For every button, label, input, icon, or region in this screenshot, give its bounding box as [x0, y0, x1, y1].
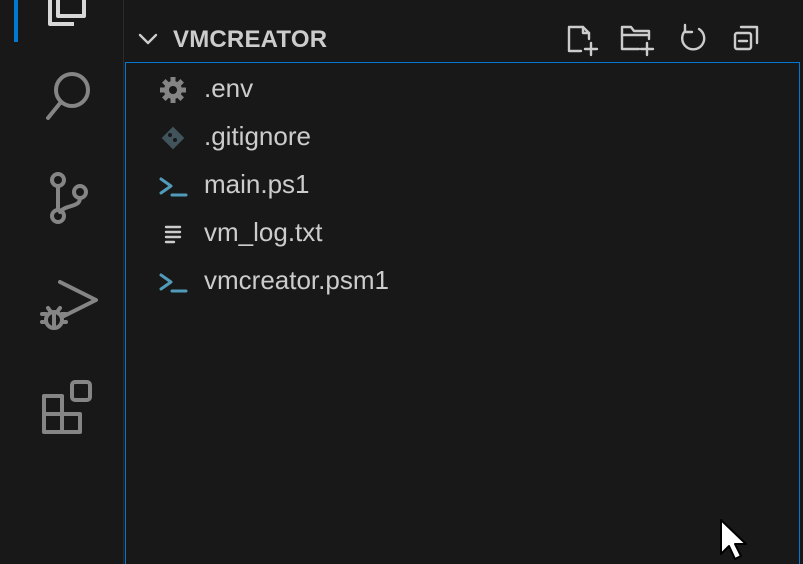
vscode-window: VMCREATOR .env .gitignore main.ps1 vm_lo…: [0, 0, 803, 564]
new-file-icon[interactable]: [563, 21, 599, 57]
run-and-debug-icon[interactable]: [36, 270, 100, 334]
active-indicator: [14, 0, 18, 42]
git-icon: [158, 123, 188, 153]
collapse-all-icon[interactable]: [729, 21, 765, 57]
source-control-icon[interactable]: [36, 166, 100, 230]
file-label: vm_log.txt: [204, 217, 323, 247]
mouse-pointer-icon: [720, 519, 747, 560]
extensions-icon[interactable]: [36, 374, 100, 438]
refresh-icon[interactable]: [675, 21, 711, 57]
new-folder-icon[interactable]: [619, 21, 655, 57]
file-row-vmcreator-psm1[interactable]: vmcreator.psm1: [126, 257, 799, 303]
file-row-gitignore[interactable]: .gitignore: [126, 113, 799, 159]
file-label: .gitignore: [204, 121, 311, 151]
section-title: VMCREATOR: [173, 26, 328, 53]
file-tree: .env .gitignore main.ps1 vm_log.txt vmcr…: [125, 62, 800, 564]
file-label: main.ps1: [204, 169, 310, 199]
file-row-env[interactable]: .env: [126, 65, 799, 111]
activity-bar: [0, 0, 124, 564]
gear-icon: [158, 75, 188, 105]
explorer-section-header[interactable]: VMCREATOR: [125, 14, 803, 62]
explorer-icon[interactable]: [36, 0, 100, 34]
search-icon[interactable]: [36, 64, 100, 128]
file-label: .env: [204, 73, 254, 103]
file-label: vmcreator.psm1: [204, 265, 389, 295]
powershell-icon: [158, 171, 188, 201]
text-file-icon: [158, 219, 188, 249]
chevron-down-icon[interactable]: [137, 28, 159, 50]
file-row-vm-log[interactable]: vm_log.txt: [126, 209, 799, 255]
explorer-sidebar: VMCREATOR .env .gitignore main.ps1 vm_lo…: [125, 0, 803, 564]
file-row-main-ps1[interactable]: main.ps1: [126, 161, 799, 207]
powershell-icon: [158, 267, 188, 297]
